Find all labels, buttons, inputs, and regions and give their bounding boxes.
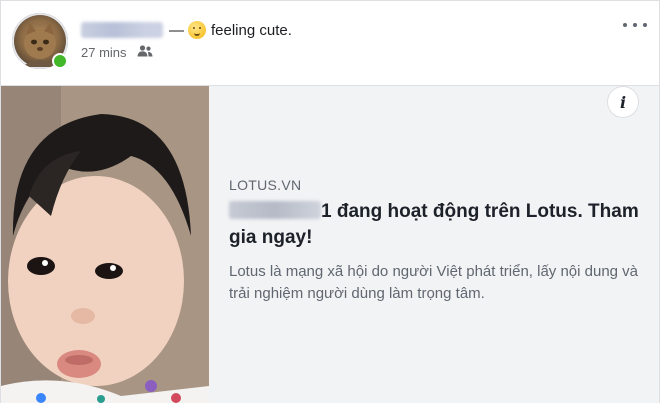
link-domain: LOTUS.VN: [229, 177, 302, 193]
preview-image[interactable]: [1, 86, 209, 403]
link-preview-card[interactable]: i LOTUS.VN 1 đang hoạt động trên Lotus. …: [1, 85, 659, 403]
link-preview-text: LOTUS.VN 1 đang hoạt động trên Lotus. Th…: [229, 177, 649, 305]
author-name-redacted[interactable]: [81, 22, 163, 38]
feeling-emoji-icon: [188, 21, 206, 39]
more-options-icon[interactable]: [623, 17, 647, 33]
info-icon[interactable]: i: [607, 86, 639, 118]
avatar[interactable]: [12, 13, 68, 69]
title-redacted-name: [229, 201, 321, 219]
post-timestamp[interactable]: 27 mins: [81, 45, 127, 60]
feeling-separator: —: [169, 21, 184, 39]
link-description: Lotus là mạng xã hội do người Việt phát …: [229, 263, 639, 302]
link-title[interactable]: 1 đang hoạt động trên Lotus. Tham gia ng…: [229, 199, 649, 251]
feeling-text: feeling cute.: [211, 21, 292, 39]
feed-post: — feeling cute. 27 mins i LOTUS.VN 1 đan…: [0, 0, 660, 403]
post-header: — feeling cute. 27 mins: [81, 19, 292, 60]
friends-audience-icon[interactable]: [137, 45, 153, 60]
online-status-indicator: [52, 53, 68, 69]
